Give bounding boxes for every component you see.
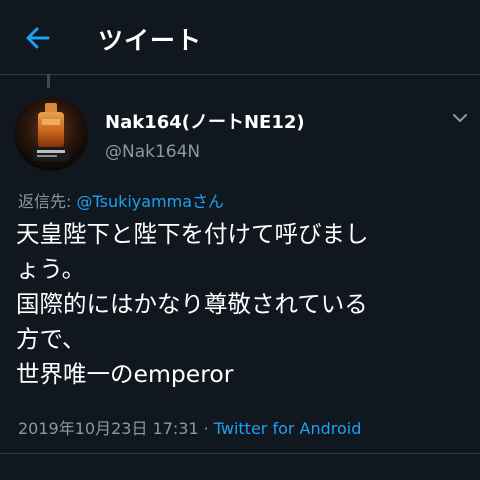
top-bar: ツイート [0, 0, 480, 75]
tweet-timestamp: 2019年10月23日 17:31 [18, 419, 199, 438]
chevron-down-icon [453, 114, 467, 122]
tweet-text-line: 天皇陛下と陛下を付けて呼びまし [16, 220, 369, 248]
tweet-text-line: 方で、 [16, 325, 86, 353]
divider [0, 453, 480, 454]
tweet-body: 天皇陛下と陛下を付けて呼びまし ょう。 国際的にはかなり尊敬されている 方で、 … [16, 217, 476, 392]
tweet-text-line: ょう。 [16, 255, 86, 283]
back-button[interactable] [22, 22, 54, 54]
tweet-text-line: 国際的にはかなり尊敬されている [16, 290, 368, 318]
tweet-metadata: 2019年10月23日 17:31 · Twitter for Android [18, 415, 361, 439]
author-handle[interactable]: @Nak164N [105, 142, 200, 162]
arrow-left-icon [26, 27, 50, 49]
avatar-photo [14, 97, 88, 171]
reply-prefix: 返信先: [18, 192, 77, 211]
author-display-name[interactable]: Nak164(ノートNE12) [105, 108, 305, 134]
tweet-detail-screen: ツイート Nak164(ノートNE12) @Nak164N 返信先: @Tsuk… [0, 0, 480, 480]
reply-context: 返信先: @Tsukiyammaさん [18, 188, 224, 212]
tweet-menu-button[interactable] [449, 107, 471, 129]
thread-connector-line [47, 74, 50, 88]
page-title: ツイート [98, 26, 203, 55]
reply-mention-link[interactable]: @Tsukiyammaさん [76, 192, 224, 211]
tweet-text-line: 世界唯一のemperor [16, 360, 234, 388]
tweet-source-link[interactable]: Twitter for Android [214, 419, 362, 438]
meta-separator: · [203, 419, 209, 438]
avatar[interactable] [14, 97, 88, 171]
